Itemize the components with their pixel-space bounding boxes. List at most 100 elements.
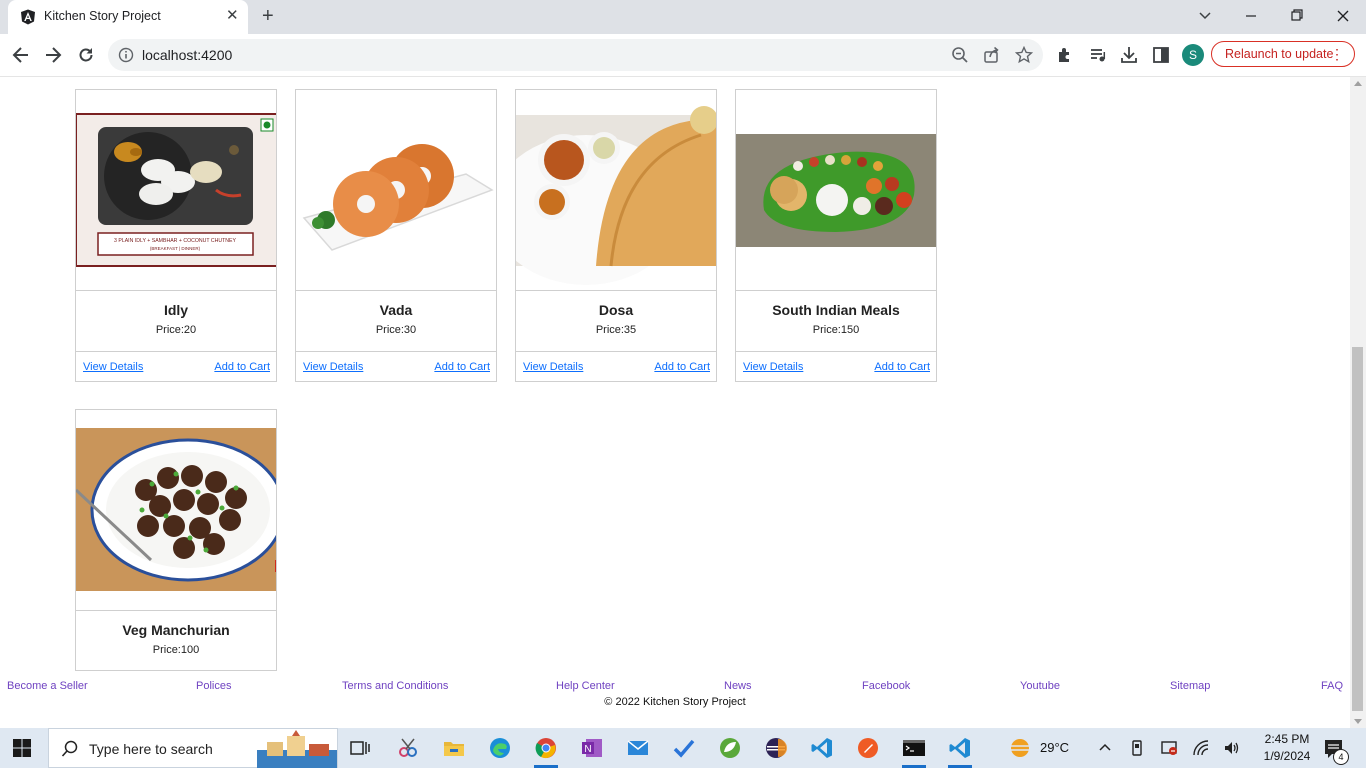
browser-toolbar: localhost:4200 S Relaunch to update ⋮ — [0, 34, 1366, 77]
copyright-text: © 2022 Kitchen Story Project — [604, 696, 746, 708]
snipping-tool-icon[interactable] — [396, 736, 420, 760]
security-icon[interactable] — [1160, 739, 1178, 757]
browser-tab-bar: Kitchen Story Project ✕ + — [0, 0, 1366, 34]
temperature[interactable]: 29°C — [1040, 740, 1069, 755]
view-details-link[interactable]: View Details — [743, 361, 803, 373]
close-tab-icon[interactable]: ✕ — [226, 8, 239, 24]
weather-icon[interactable] — [1008, 736, 1032, 760]
footer-link-help-center[interactable]: Help Center — [556, 680, 615, 692]
url-text: localhost:4200 — [142, 47, 233, 63]
task-view-icon[interactable] — [348, 736, 372, 760]
search-icon — [61, 740, 78, 757]
browser-tab[interactable]: Kitchen Story Project ✕ — [8, 0, 248, 34]
relaunch-button[interactable]: Relaunch to update ⋮ — [1211, 41, 1355, 67]
site-info-icon[interactable] — [118, 47, 134, 63]
volume-icon[interactable] — [1223, 739, 1241, 757]
vscode-icon[interactable] — [810, 736, 834, 760]
idly-banner-sub: (BREAKFAST | DINNER) — [150, 246, 201, 251]
footer-link-news[interactable]: News — [724, 680, 752, 692]
chrome-icon[interactable] — [534, 736, 558, 760]
side-panel-icon[interactable] — [1151, 45, 1171, 65]
add-to-cart-link[interactable]: Add to Cart — [874, 361, 930, 373]
search-placeholder: Type here to search — [89, 741, 213, 757]
relaunch-label: Relaunch to update — [1225, 47, 1334, 61]
idly-image: 3 PLAIN IDLY + SAMBHAR + COCONUT CHUTNEY… — [76, 113, 276, 267]
spring-tools-icon[interactable] — [718, 736, 742, 760]
product-card: South Indian Meals Price:150 View Detail… — [735, 89, 937, 382]
product-name: Dosa — [598, 302, 634, 318]
tray-chevron-up-icon[interactable] — [1096, 739, 1114, 757]
footer-link-sitemap[interactable]: Sitemap — [1170, 680, 1210, 692]
product-image — [76, 410, 276, 611]
product-name: Vada — [379, 302, 413, 318]
idly-banner-text: 3 PLAIN IDLY + SAMBHAR + COCONUT CHUTNEY — [114, 238, 236, 244]
footer-link-youtube[interactable]: Youtube — [1020, 680, 1060, 692]
dosa-image — [516, 106, 716, 285]
todo-icon[interactable] — [672, 736, 696, 760]
scroll-up-icon[interactable] — [1354, 81, 1362, 86]
media-queue-icon[interactable] — [1088, 45, 1108, 65]
eclipse-icon[interactable] — [764, 736, 788, 760]
search-highlight-icon — [257, 730, 337, 768]
windows-start-icon[interactable] — [12, 738, 32, 758]
bookmark-star-icon[interactable] — [1015, 46, 1033, 64]
extensions-icon[interactable] — [1055, 45, 1075, 65]
footer-link-policies[interactable]: Polices — [196, 680, 231, 692]
forward-arrow-icon[interactable] — [43, 45, 63, 65]
wifi-icon[interactable] — [1192, 739, 1210, 757]
scroll-thumb[interactable] — [1352, 347, 1363, 711]
add-to-cart-link[interactable]: Add to Cart — [654, 361, 710, 373]
vscode-active-icon[interactable] — [948, 736, 972, 760]
add-to-cart-link[interactable]: Add to Cart — [434, 361, 490, 373]
product-price: Price:35 — [595, 324, 637, 336]
onenote-icon[interactable]: N — [580, 736, 604, 760]
product-name: South Indian Meals — [772, 302, 900, 318]
terminal-icon[interactable] — [902, 736, 926, 760]
mail-icon[interactable] — [626, 736, 650, 760]
profile-avatar[interactable]: S — [1182, 44, 1204, 66]
product-card: Dosa Price:35 View Details Add to Cart — [515, 89, 717, 382]
notification-count: 4 — [1333, 749, 1349, 765]
angular-icon — [21, 9, 35, 25]
svg-text:N: N — [584, 744, 591, 755]
scroll-down-icon[interactable] — [1354, 719, 1362, 724]
footer-link-terms[interactable]: Terms and Conditions — [342, 680, 448, 692]
close-window-icon[interactable] — [1328, 6, 1358, 26]
zoom-icon[interactable] — [951, 46, 969, 64]
page-scrollbar[interactable] — [1350, 77, 1366, 728]
add-to-cart-link[interactable]: Add to Cart — [214, 361, 270, 373]
download-icon[interactable] — [1119, 45, 1139, 65]
postman-icon[interactable] — [856, 736, 880, 760]
reload-icon[interactable] — [76, 45, 96, 65]
share-icon[interactable] — [983, 46, 1001, 64]
footer-link-facebook[interactable]: Facebook — [862, 680, 910, 692]
taskbar-search-box[interactable]: Type here to search — [48, 728, 338, 768]
footer-links: Become a Seller Polices Terms and Condit… — [0, 680, 1350, 696]
new-tab-icon[interactable]: + — [262, 5, 274, 27]
restore-icon[interactable] — [1282, 6, 1312, 26]
product-price: Price:100 — [152, 644, 200, 656]
more-menu-icon[interactable]: ⋮ — [1330, 46, 1344, 62]
usb-device-icon[interactable] — [1128, 739, 1146, 757]
vada-image — [302, 144, 494, 251]
product-name: Veg Manchurian — [122, 622, 230, 638]
clock-time[interactable]: 2:45 PM — [1260, 732, 1314, 746]
file-explorer-icon[interactable] — [442, 736, 466, 760]
meals-image — [736, 134, 936, 247]
clock-date[interactable]: 1/9/2024 — [1256, 749, 1318, 763]
footer-link-faq[interactable]: FAQ — [1321, 680, 1343, 692]
view-details-link[interactable]: View Details — [83, 361, 143, 373]
back-arrow-icon[interactable] — [11, 45, 31, 65]
address-bar[interactable]: localhost:4200 — [108, 39, 1043, 71]
minimize-icon[interactable] — [1236, 6, 1266, 26]
view-details-link[interactable]: View Details — [303, 361, 363, 373]
product-image — [296, 90, 496, 291]
product-info: Dosa Price:35 — [516, 291, 716, 352]
product-actions: View Details Add to Cart — [296, 352, 496, 381]
view-details-link[interactable]: View Details — [523, 361, 583, 373]
edge-browser-icon[interactable] — [488, 736, 512, 760]
footer-link-become-seller[interactable]: Become a Seller — [7, 680, 88, 692]
tab-search-chevron-icon[interactable] — [1190, 6, 1220, 26]
product-info: Vada Price:30 — [296, 291, 496, 352]
product-actions: View Details Add to Cart — [76, 352, 276, 381]
